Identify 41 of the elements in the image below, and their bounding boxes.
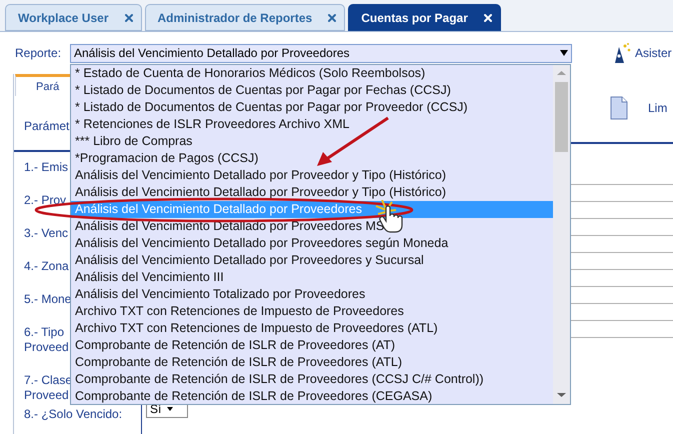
close-icon[interactable] <box>482 12 494 24</box>
dropdown-arrow-icon <box>167 407 174 411</box>
parameter-label: 4.- Zona <box>24 259 69 274</box>
scrollbar[interactable] <box>553 65 570 404</box>
dropdown-option[interactable]: * Listado de Documentos de Cuentas por Pagar por Fechas (CCSJ) <box>71 82 553 99</box>
dropdown-option[interactable]: Análisis del Vencimiento III <box>71 269 553 286</box>
parameter-label: 8.- ¿Solo Vencido: <box>24 406 122 423</box>
document-icon[interactable] <box>610 96 628 120</box>
dropdown-option[interactable]: Comprobante de Retención de ISLR de Proveedores (CCSJ C/# Control)) <box>71 371 553 388</box>
dropdown-option[interactable]: Análisis del Vencimiento Detallado por Proveedores según Moneda <box>71 235 553 252</box>
parameter-label: 3.- Venc <box>24 226 68 241</box>
parameter-label: 5.- Mone <box>24 292 72 307</box>
dropdown-option[interactable]: Comprobante de Retención de ISLR de Proveedores (ATL) <box>71 354 553 371</box>
close-icon[interactable] <box>122 12 134 24</box>
dropdown-option[interactable]: Análisis del Vencimiento Detallado por Proveedores y Sucursal <box>71 252 553 269</box>
dropdown-option[interactable]: * Retenciones de ISLR Proveedores Archivo XML <box>71 116 553 133</box>
dropdown-option[interactable]: *** Libro de Compras <box>71 133 553 150</box>
dropdown-option[interactable]: Archivo TXT con Retenciones de Impuesto de Proveedores (ATL) <box>71 320 553 337</box>
dropdown-option[interactable]: Análisis del Vencimiento Detallado por Proveedor y Tipo (Histórico) <box>71 184 553 201</box>
tab[interactable]: Cuentas por Pagar <box>348 4 501 31</box>
parameter-label: 6.- Tipo Proveed <box>24 325 69 355</box>
report-select[interactable]: Análisis del Vencimiento Detallado por Proveedores <box>70 44 572 62</box>
assistant-link[interactable]: Asister <box>635 44 672 62</box>
dropdown-option[interactable]: * Listado de Documentos de Cuentas por Pagar por Proveedor (CCSJ) <box>71 99 553 116</box>
parameter-label: 1.- Emis <box>24 160 68 175</box>
scrollbar-thumb[interactable] <box>555 82 568 152</box>
dropdown-option[interactable]: Análisis del Vencimiento Totalizado por Proveedores <box>71 286 553 303</box>
dropdown-option[interactable]: Análisis del Vencimiento Detallado por Proveedor y Tipo (Histórico) <box>71 167 553 184</box>
wizard-icon[interactable] <box>612 42 632 64</box>
close-icon[interactable] <box>326 12 338 24</box>
dropdown-option[interactable]: Comprobante de Retención de ISLR de Proveedores (AT) <box>71 337 553 354</box>
parameters-header: Parámet <box>24 119 70 133</box>
clear-link[interactable]: Lim <box>648 99 668 117</box>
dropdown-arrow-icon <box>560 50 568 56</box>
report-label: Reporte: <box>15 45 62 62</box>
tab[interactable]: Administrador de Reportes <box>144 4 346 31</box>
tab[interactable]: Workplace User <box>5 4 142 31</box>
dropdown-option[interactable]: Archivo TXT con Retenciones de Impuesto de Proveedores <box>71 303 553 320</box>
dropdown-option[interactable]: *Programacion de Pagos (CCSJ) <box>71 150 553 167</box>
dropdown-option[interactable]: * Estado de Cuenta de Honorarios Médicos (Solo Reembolsos) <box>71 65 553 82</box>
parameter-label: 2.- Prov <box>24 193 66 208</box>
